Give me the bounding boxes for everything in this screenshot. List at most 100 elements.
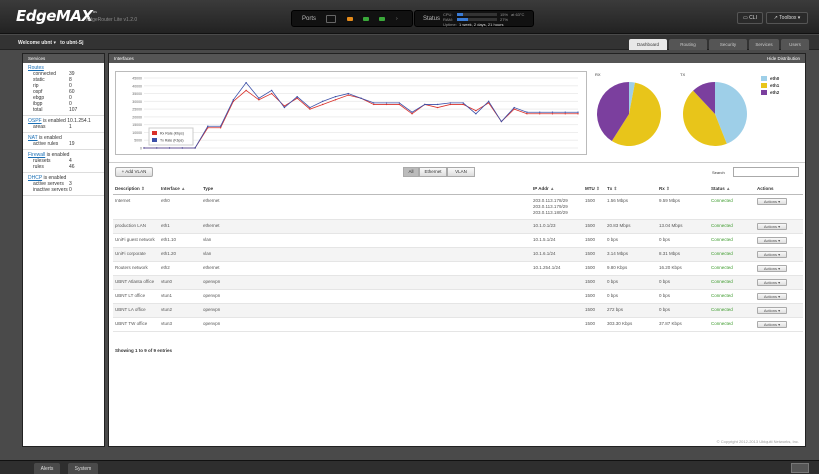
- cell-rx: 8.31 Mbps: [657, 247, 709, 262]
- routes-section: Routes connected 39 static 8 rip 0 ospf 60 ebgp 0…: [23, 63, 104, 116]
- actions-button[interactable]: Actions ▾: [757, 250, 787, 258]
- column-header-description[interactable]: Description ⇕: [113, 184, 159, 195]
- actions-button[interactable]: Actions ▾: [757, 320, 787, 328]
- y-tick-label: 15000: [132, 123, 142, 127]
- cell-action[interactable]: Actions ▾: [755, 194, 803, 220]
- data-point: [194, 147, 196, 149]
- actions-button[interactable]: Actions ▾: [757, 264, 787, 272]
- port-eth2-icon[interactable]: [363, 17, 369, 21]
- ports-arrow-icon[interactable]: ›: [396, 16, 398, 22]
- cell-mtu: 1500: [583, 289, 605, 304]
- stat-label: total: [33, 107, 43, 113]
- cell-rx: 16.20 Kbps: [657, 261, 709, 276]
- cell-status: Connected: [709, 247, 755, 262]
- cell-desc: UBNT LT office: [113, 289, 159, 304]
- column-header-actions[interactable]: Actions: [755, 184, 803, 195]
- tab-services[interactable]: Services: [749, 39, 779, 50]
- filter-vlan[interactable]: VLAN: [447, 167, 475, 177]
- toolbox-button[interactable]: ↗ Toolbox ▾: [766, 12, 808, 24]
- data-point: [245, 89, 247, 92]
- stat-value: 19: [69, 141, 75, 147]
- data-point: [322, 100, 324, 103]
- copyright: © Copyright 2012-2013 Ubiquiti Networks,…: [716, 439, 799, 444]
- actions-button[interactable]: Actions ▾: [757, 222, 787, 230]
- legend-swatch: [152, 131, 157, 135]
- filter-ethernet[interactable]: Ethernet: [419, 167, 447, 177]
- table-row: production LAN eth1 ethernet 10.1.0.1/23 150…: [113, 219, 803, 234]
- series-line-tx: [144, 82, 578, 149]
- welcome-user[interactable]: Welcome ubnt ▾ to ubnt-Sj: [18, 40, 83, 46]
- cell-mtu: 1500: [583, 275, 605, 290]
- cpu-bar: [457, 13, 497, 16]
- interfaces-toolbar: + Add VLAN All Ethernet VLAN Search: [109, 162, 805, 180]
- data-point: [232, 99, 235, 101]
- cell-action[interactable]: Actions ▾: [755, 219, 803, 234]
- cell-status: Connected: [709, 233, 755, 248]
- cli-button[interactable]: ▭ CLI: [737, 12, 763, 24]
- cell-iface: eth1.10: [159, 233, 201, 248]
- column-header-type[interactable]: Type: [201, 184, 531, 195]
- firewall-section: Firewall is enabled rulesets 4 rules 46: [23, 150, 104, 173]
- cell-action[interactable]: Actions ▾: [755, 317, 803, 332]
- cell-desc: Routers network: [113, 261, 159, 276]
- cell-rx: 13.04 Mbps: [657, 219, 709, 234]
- ports-panel: Ports ›: [291, 10, 413, 27]
- cell-tx: 1.56 Mbps: [605, 194, 657, 220]
- cell-tx: 3.14 Mbps: [605, 247, 657, 262]
- port-eth3-icon[interactable]: [379, 17, 385, 21]
- cell-type: vlan: [201, 247, 531, 262]
- data-point: [245, 81, 247, 84]
- tab-users[interactable]: Users: [781, 39, 809, 50]
- system-tab[interactable]: System: [68, 463, 98, 474]
- cell-action[interactable]: Actions ▾: [755, 303, 803, 318]
- column-header-rx[interactable]: Rx ⇕: [657, 184, 709, 195]
- port-eth0-icon[interactable]: [326, 15, 336, 23]
- tab-security[interactable]: Security: [709, 39, 747, 50]
- cell-action[interactable]: Actions ▾: [755, 261, 803, 276]
- window-icon[interactable]: [791, 463, 809, 473]
- tab-dashboard[interactable]: Dashboard: [629, 39, 667, 50]
- actions-button[interactable]: Actions ▾: [757, 306, 787, 314]
- data-point: [551, 111, 554, 113]
- cell-tx: 0 bps: [605, 233, 657, 248]
- cell-iface: eth2: [159, 261, 201, 276]
- column-header-status[interactable]: Status ▲: [709, 184, 755, 195]
- actions-button[interactable]: Actions ▾: [757, 292, 787, 300]
- cell-action[interactable]: Actions ▾: [755, 289, 803, 304]
- table-row: Internet eth0 ethernet 203.0.113.178/29 203…: [113, 194, 803, 220]
- cell-iface: eth1: [159, 219, 201, 234]
- cell-tx: 303.30 Kbps: [605, 317, 657, 332]
- cell-action[interactable]: Actions ▾: [755, 247, 803, 262]
- interfaces-table: Description ⇕ Interface ▲ Type IP Addr ▲ MT…: [113, 184, 803, 332]
- ram-bar: [457, 18, 497, 21]
- data-point: [181, 147, 183, 149]
- cell-ip: [531, 275, 583, 290]
- filter-all[interactable]: All: [403, 167, 419, 177]
- column-header-tx[interactable]: Tx ⇕: [605, 184, 657, 195]
- search-input[interactable]: [733, 167, 799, 177]
- data-point: [475, 113, 477, 115]
- tab-routing[interactable]: Routing: [669, 39, 707, 50]
- cell-action[interactable]: Actions ▾: [755, 233, 803, 248]
- top-bar: EdgeMAX™ EdgeRouter Lite v1.2.0 Ports › …: [0, 0, 819, 34]
- actions-button[interactable]: Actions ▾: [757, 278, 787, 286]
- cell-mtu: 1500: [583, 194, 605, 220]
- stat-label: rules: [33, 164, 44, 170]
- cell-action[interactable]: Actions ▾: [755, 275, 803, 290]
- cell-type: openvpn: [201, 303, 531, 318]
- port-eth1-icon[interactable]: [347, 17, 353, 21]
- column-header-ip-addr[interactable]: IP Addr ▲: [531, 184, 583, 195]
- column-header-interface[interactable]: Interface ▲: [159, 184, 201, 195]
- data-point: [296, 97, 298, 99]
- add-vlan-button[interactable]: + Add VLAN: [115, 167, 153, 177]
- actions-button[interactable]: Actions ▾: [757, 197, 787, 205]
- actions-button[interactable]: Actions ▾: [757, 236, 787, 244]
- column-header-mtu[interactable]: MTU ⇕: [583, 184, 605, 195]
- data-point: [258, 99, 260, 101]
- hide-distribution-link[interactable]: Hide Distribution: [767, 54, 800, 63]
- cell-desc: UniFi guest network: [113, 233, 159, 248]
- cell-iface: eth0: [159, 194, 201, 220]
- cell-mtu: 1500: [583, 247, 605, 262]
- alerts-tab[interactable]: Alerts: [34, 463, 60, 474]
- cell-type: ethernet: [201, 194, 531, 220]
